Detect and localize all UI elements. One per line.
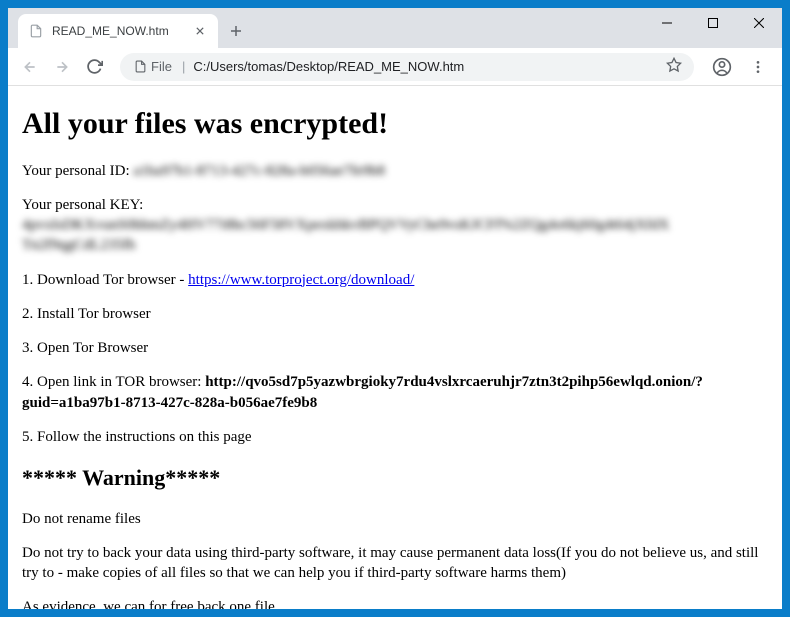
warning-1: Do not rename files xyxy=(22,509,768,529)
tab-close-button[interactable] xyxy=(192,23,208,39)
address-bar[interactable]: File | C:/Users/tomas/Desktop/READ_ME_NO… xyxy=(120,53,694,81)
step-4: 4. Open link in TOR browser: http://qvo5… xyxy=(22,372,768,413)
personal-key-label: Your personal KEY: xyxy=(22,197,143,213)
personal-id-line: Your personal ID: a1ba97b1-8713-427c-828… xyxy=(22,161,768,181)
maximize-button[interactable] xyxy=(690,8,736,38)
step-3: 3. Open Tor Browser xyxy=(22,338,768,358)
back-button[interactable] xyxy=(16,53,44,81)
warning-3: As evidence, we can for free back one fi… xyxy=(22,597,768,609)
window-controls xyxy=(644,8,782,38)
page-heading: All your files was encrypted! xyxy=(22,104,768,145)
file-chip: File xyxy=(132,59,174,74)
bookmark-star-icon[interactable] xyxy=(666,57,682,76)
toolbar: File | C:/Users/tomas/Desktop/READ_ME_NO… xyxy=(8,48,782,86)
address-separator: | xyxy=(182,59,185,74)
title-bar: READ_ME_NOW.htm xyxy=(8,8,782,48)
warning-2: Do not try to back your data using third… xyxy=(22,543,768,584)
file-label: File xyxy=(151,59,172,74)
reload-button[interactable] xyxy=(80,53,108,81)
personal-key-value: 4pvxIsDKXvunS0hhmZy4HV77i8hc56F58VXpexkh… xyxy=(22,215,768,256)
profile-icon[interactable] xyxy=(706,51,738,83)
minimize-button[interactable] xyxy=(644,8,690,38)
warning-heading: ***** Warning***** xyxy=(22,463,768,493)
new-tab-button[interactable] xyxy=(222,17,250,45)
personal-id-label: Your personal ID: xyxy=(22,163,130,179)
close-button[interactable] xyxy=(736,8,782,38)
step-5: 5. Follow the instructions on this page xyxy=(22,427,768,447)
browser-tab[interactable]: READ_ME_NOW.htm xyxy=(18,14,218,48)
browser-window: READ_ME_NOW.htm xyxy=(7,7,783,610)
page-content: All your files was encrypted! Your perso… xyxy=(8,86,782,609)
tor-download-link[interactable]: https://www.torproject.org/download/ xyxy=(188,272,414,288)
address-path: C:/Users/tomas/Desktop/READ_ME_NOW.htm xyxy=(193,59,658,74)
step-2: 2. Install Tor browser xyxy=(22,304,768,324)
personal-key-line: Your personal KEY: 4pvxIsDKXvunS0hhmZy4H… xyxy=(22,195,768,256)
page-icon xyxy=(28,23,44,39)
step-1: 1. Download Tor browser - https://www.to… xyxy=(22,270,768,290)
forward-button[interactable] xyxy=(48,53,76,81)
personal-id-value: a1ba97b1-8713-427c-828a-b056ae7fe9b8 xyxy=(133,161,385,181)
menu-button[interactable] xyxy=(742,51,774,83)
tab-title: READ_ME_NOW.htm xyxy=(52,24,192,38)
